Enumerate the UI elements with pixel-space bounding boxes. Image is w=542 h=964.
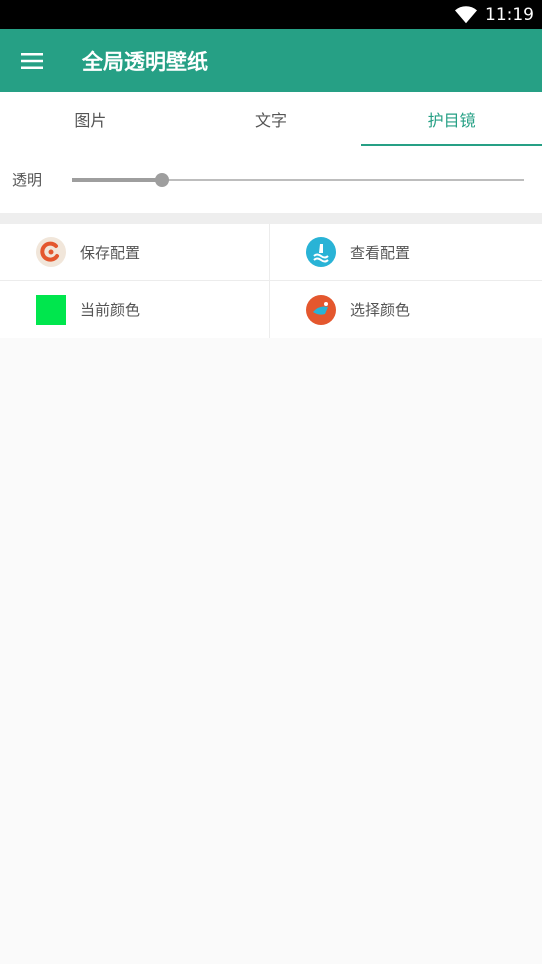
transparency-label: 透明 [12, 171, 43, 189]
palette-icon [306, 294, 336, 325]
current-color-row: 当前颜色 [0, 281, 270, 338]
choose-color-button[interactable]: 选择颜色 [270, 281, 542, 338]
save-config-button[interactable]: 保存配置 [0, 224, 270, 281]
transparency-row: 透明 [0, 146, 542, 213]
slider-fill [72, 177, 162, 182]
tab-bar: 图片 文字 护目镜 [0, 92, 542, 146]
section-divider [0, 213, 542, 224]
status-bar: 11:19 [0, 0, 542, 29]
view-icon [306, 237, 336, 267]
current-color-label: 当前颜色 [80, 301, 141, 319]
current-color-swatch [36, 294, 66, 325]
view-config-button[interactable]: 查看配置 [270, 224, 542, 281]
status-time: 11:19 [485, 4, 534, 25]
view-config-label: 查看配置 [350, 243, 411, 262]
tab-eye-protection[interactable]: 护目镜 [361, 92, 542, 146]
menu-icon [21, 52, 43, 69]
tab-image[interactable]: 图片 [0, 92, 181, 146]
save-icon [36, 237, 66, 267]
action-grid: 保存配置 查看配置 当前颜色 选择颜色 [0, 224, 542, 338]
choose-color-label: 选择颜色 [350, 301, 411, 319]
page-title: 全局透明壁纸 [82, 49, 208, 74]
current-color-icon [36, 294, 66, 325]
menu-button[interactable] [0, 29, 64, 92]
wifi-icon [455, 5, 477, 23]
tab-text[interactable]: 文字 [181, 92, 362, 146]
save-config-label: 保存配置 [80, 243, 141, 262]
app-bar: 全局透明壁纸 [0, 29, 542, 92]
slider-thumb[interactable] [155, 172, 169, 187]
transparency-slider[interactable] [72, 170, 524, 190]
